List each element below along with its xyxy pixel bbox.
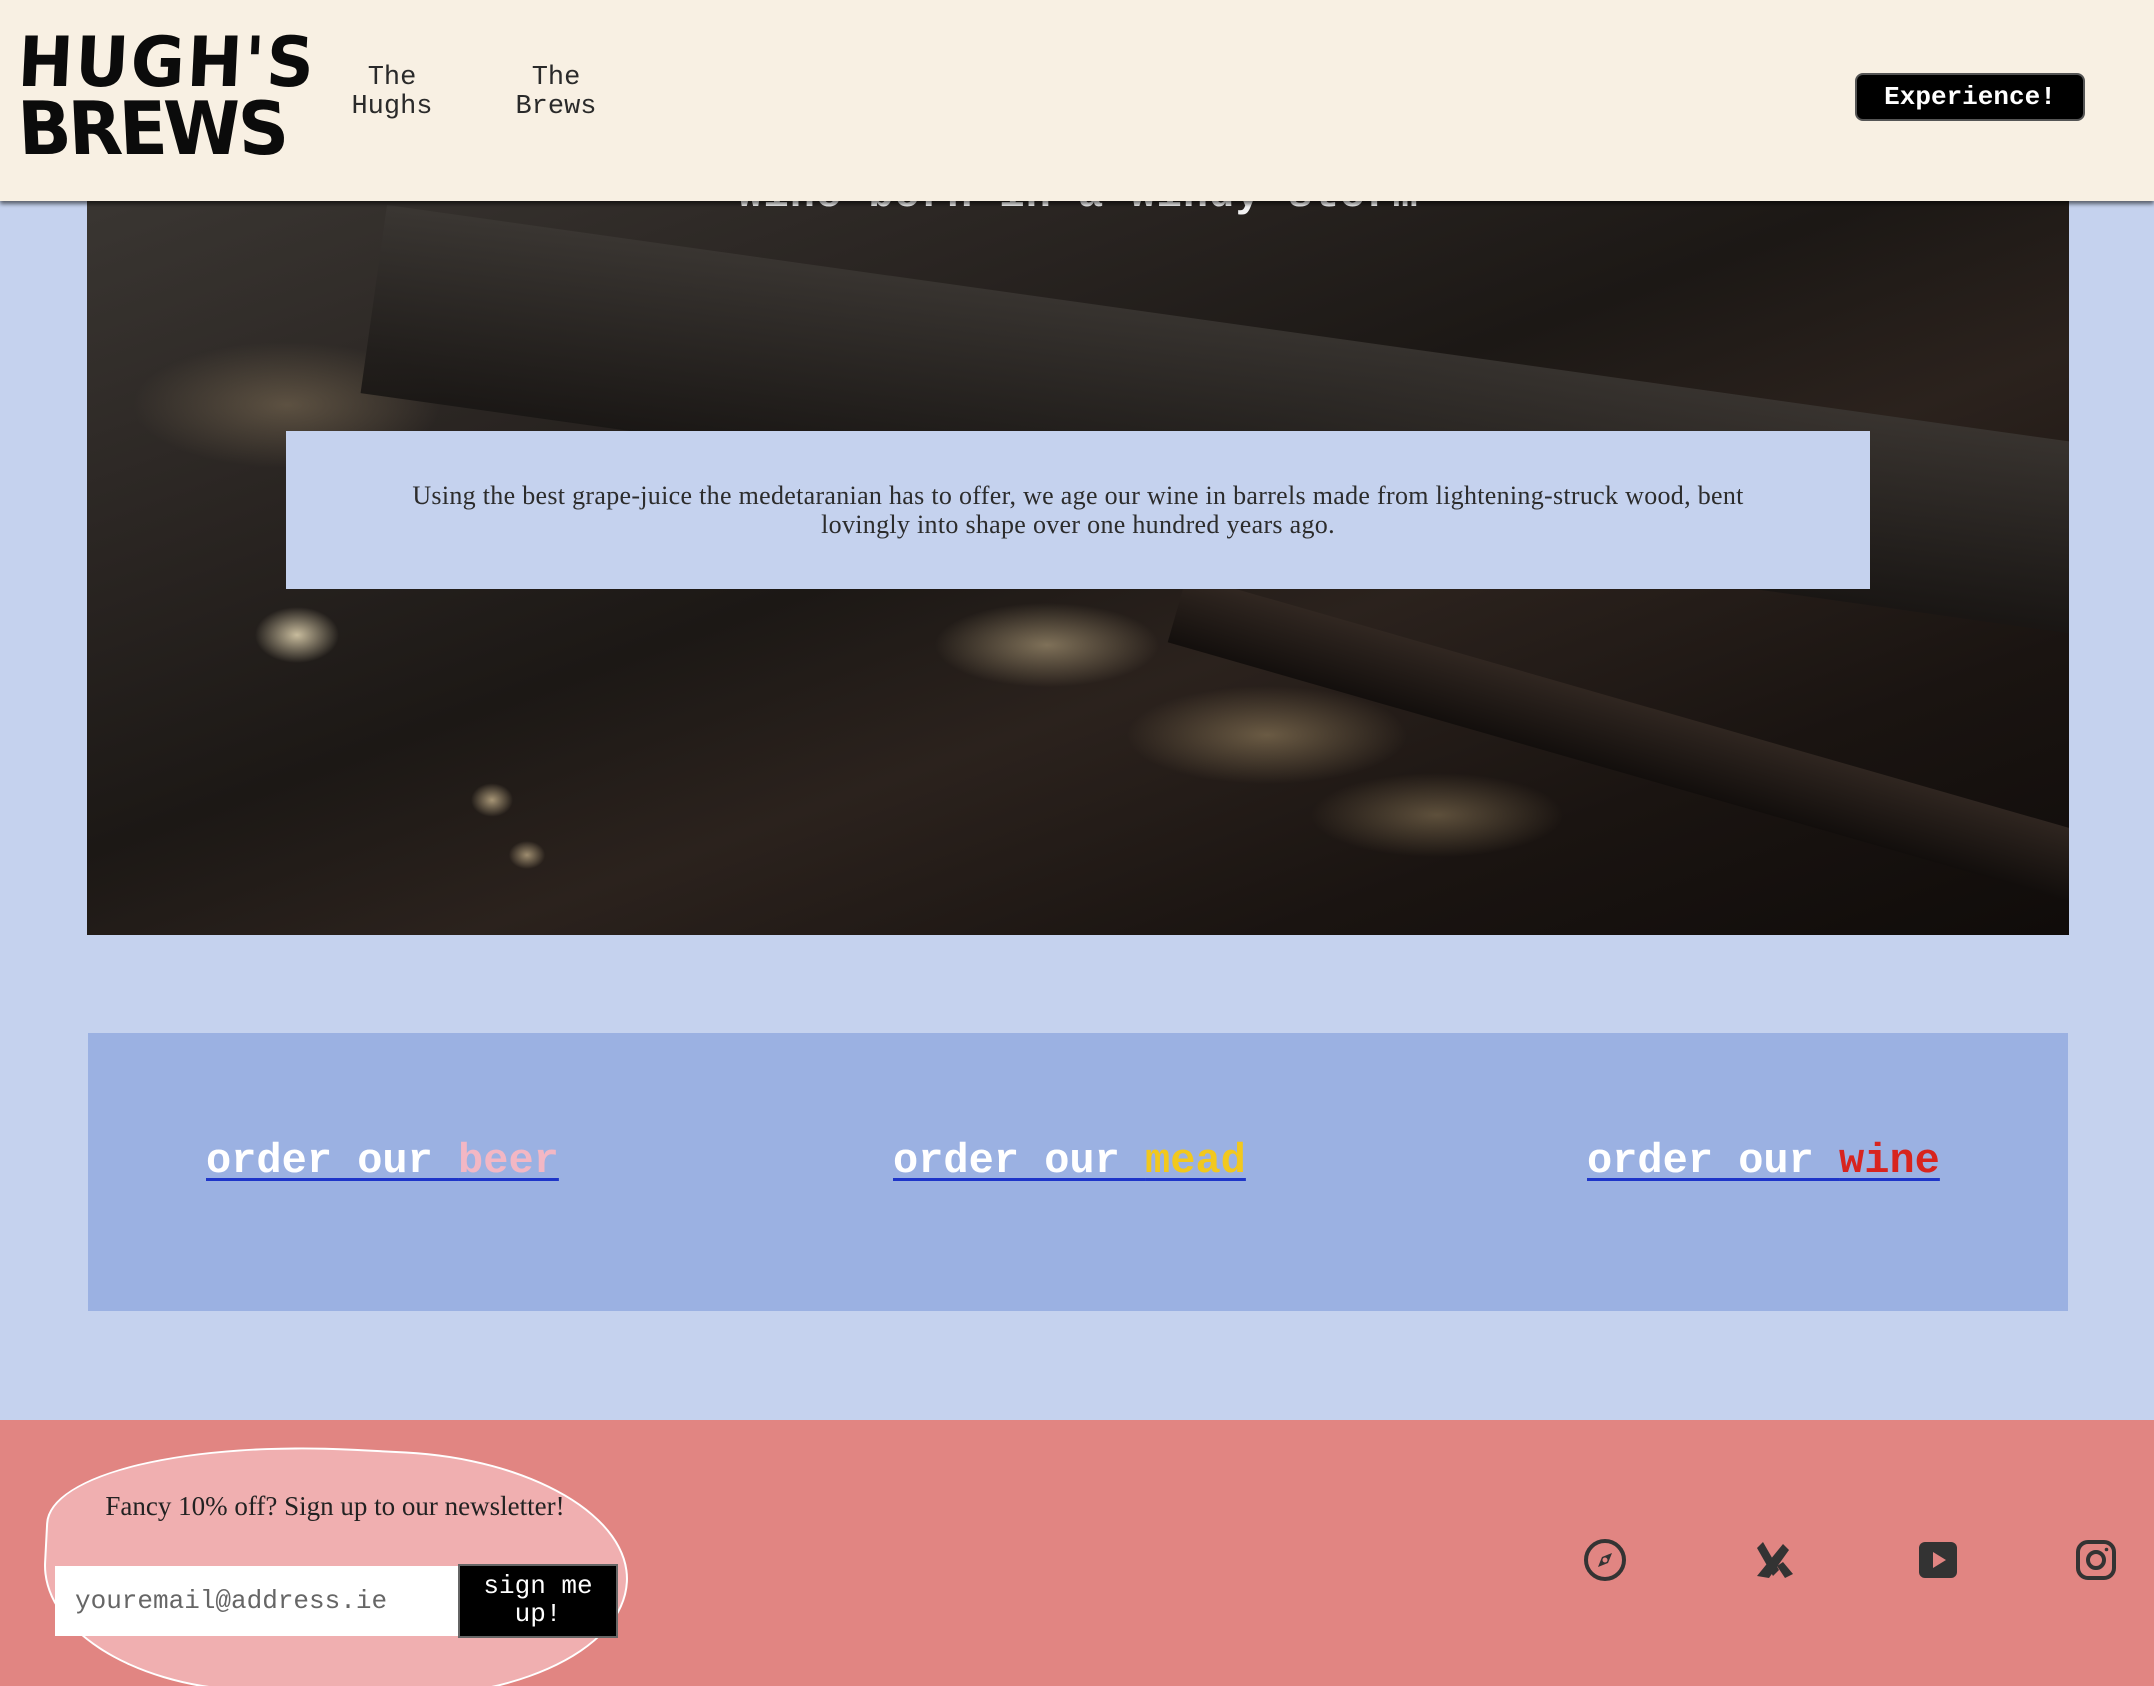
site-footer: Fancy 10% off? Sign up to our newsletter… xyxy=(0,1420,2154,1686)
email-field[interactable] xyxy=(55,1566,458,1636)
brand-logo[interactable]: HUGH'S BREWS xyxy=(16,22,318,172)
compass-icon[interactable] xyxy=(1581,1536,1629,1584)
hero-banner: Wine born in a windy storm Using the bes… xyxy=(87,195,2069,935)
site-header: HUGH'S BREWS The Hughs The Brews Experie… xyxy=(0,0,2154,201)
hero-image-plank xyxy=(1167,575,2069,935)
nav-label-line: Brews xyxy=(515,92,597,122)
hero-description: Using the best grape-juice the medetaran… xyxy=(412,481,1744,539)
nav-link-the-brews[interactable]: The Brews xyxy=(504,64,608,122)
order-prefix: order our xyxy=(1587,1137,1840,1185)
newsletter-text: Fancy 10% off? Sign up to our newsletter… xyxy=(105,1491,565,1521)
newsletter-blob xyxy=(37,1432,635,1686)
tools-icon[interactable] xyxy=(1749,1536,1797,1584)
logo-line-2: BREWS xyxy=(15,85,288,173)
order-mead-link[interactable]: order our mead xyxy=(893,1137,1246,1185)
instagram-icon[interactable] xyxy=(2072,1536,2120,1584)
order-section: order our beer order our mead order our … xyxy=(88,1033,2068,1311)
experience-button[interactable]: Experience! xyxy=(1855,73,2085,121)
order-prefix: order our xyxy=(206,1137,459,1185)
youtube-icon[interactable] xyxy=(1914,1536,1962,1584)
nav-label-line: Hughs xyxy=(351,92,433,122)
nav-link-the-hughs[interactable]: The Hughs xyxy=(340,64,444,122)
product-wine: wine xyxy=(1839,1137,1940,1185)
order-wine-link[interactable]: order our wine xyxy=(1587,1137,1940,1185)
signup-label: sign me up! xyxy=(483,1571,593,1629)
order-prefix: order our xyxy=(893,1137,1146,1185)
hero-description-box: Using the best grape-juice the medetaran… xyxy=(286,431,1870,589)
nav-label-line: The xyxy=(531,63,581,93)
order-beer-link[interactable]: order our beer xyxy=(206,1137,559,1185)
product-beer: beer xyxy=(458,1137,559,1185)
nav-label-line: The xyxy=(367,63,417,93)
product-mead: mead xyxy=(1145,1137,1246,1185)
signup-button[interactable]: sign me up! xyxy=(458,1564,618,1638)
